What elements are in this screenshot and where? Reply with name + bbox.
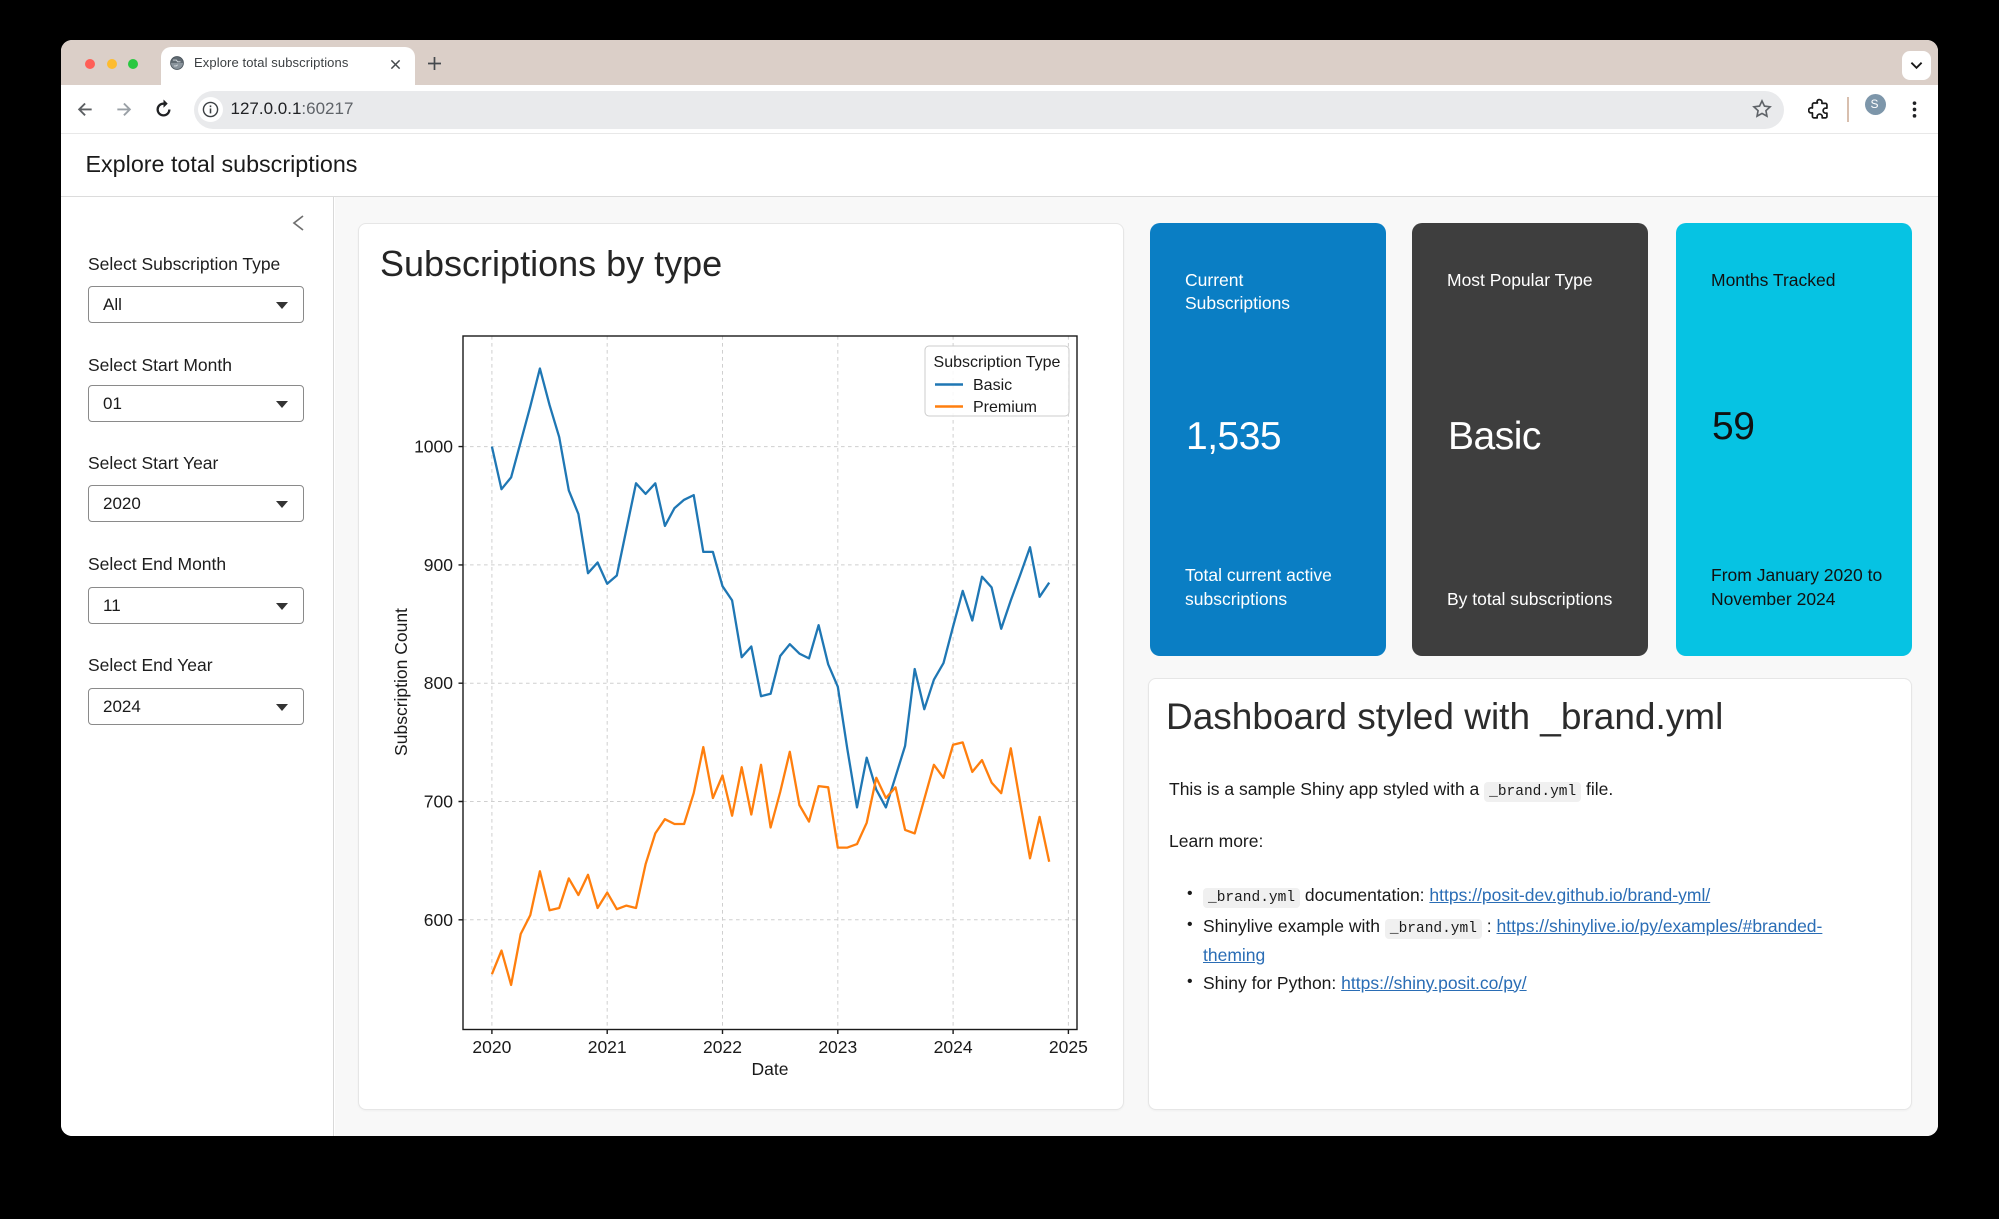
svg-text:2024: 2024 [934,1037,973,1057]
svg-text:Subscription Type: Subscription Type [934,354,1061,371]
svg-text:2025: 2025 [1049,1037,1088,1057]
svg-text:600: 600 [424,910,453,930]
svg-text:2023: 2023 [818,1037,857,1057]
svg-text:2020: 2020 [472,1037,511,1057]
svg-text:900: 900 [424,555,453,575]
svg-text:Subscription Count: Subscription Count [391,608,411,756]
svg-text:1000: 1000 [414,437,453,457]
svg-text:2021: 2021 [588,1037,627,1057]
svg-text:Premium: Premium [973,399,1037,416]
svg-text:800: 800 [424,673,453,693]
svg-text:2022: 2022 [703,1037,742,1057]
svg-text:Date: Date [752,1059,789,1079]
svg-text:Basic: Basic [973,377,1012,394]
svg-text:700: 700 [424,792,453,812]
